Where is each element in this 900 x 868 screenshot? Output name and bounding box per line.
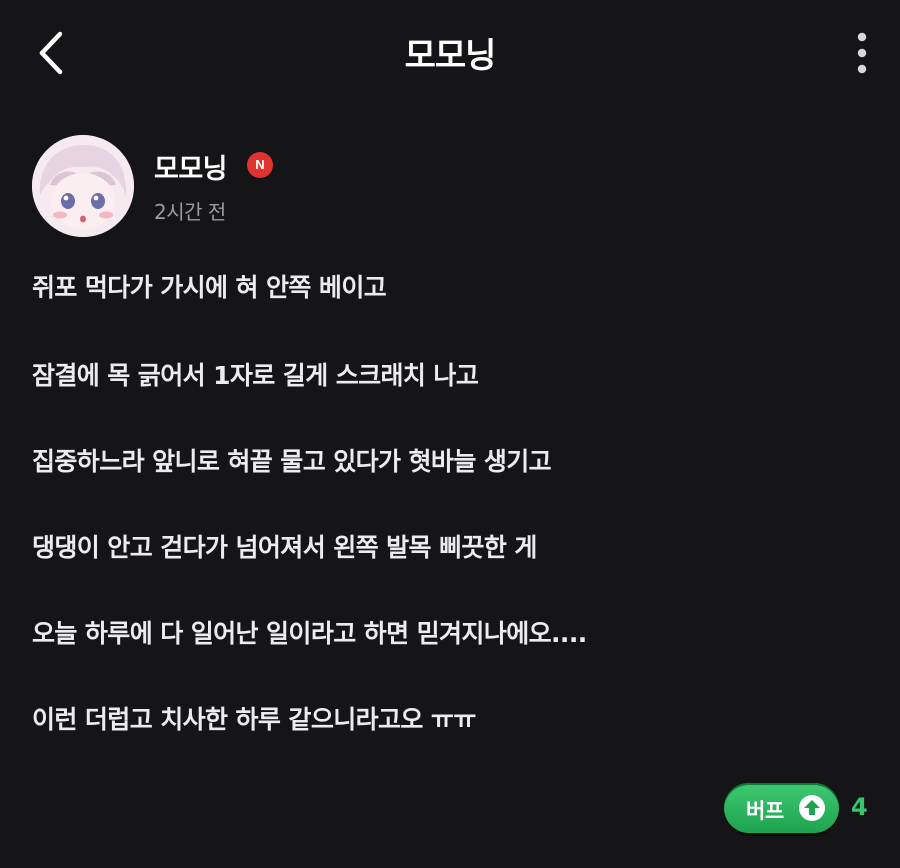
new-badge: N — [247, 152, 273, 178]
buff-button[interactable]: 버프 — [724, 783, 839, 833]
author-name[interactable]: 모모닝 — [154, 147, 228, 186]
buff-label: 버프 — [746, 799, 784, 823]
post-line: 집중하느라 앞니로 혀끝 물고 있다가 혓바늘 생기고 — [32, 447, 552, 476]
more-vertical-icon — [857, 32, 867, 74]
post-line: 쥐포 먹다가 가시에 혀 안쪽 베이고 — [32, 273, 387, 302]
more-options-button[interactable] — [846, 30, 878, 76]
post-line: 잠결에 목 긁어서 1자로 길게 스크래치 나고 — [32, 361, 479, 390]
post-line: 댕댕이 안고 걷다가 넘어져서 왼쪽 발목 삐끗한 게 — [32, 533, 537, 562]
buff-count: 4 — [851, 793, 868, 821]
post-line: 오늘 하루에 다 일어난 일이라고 하면 믿겨지나에오.... — [32, 619, 587, 648]
post-time: 2시간 전 — [154, 200, 226, 224]
page-title: 모모닝 — [404, 36, 497, 76]
author-block: 모모닝 N 2시간 전 — [32, 135, 632, 239]
avatar-icon — [32, 135, 134, 237]
post-line: 이런 더럽고 치사한 하루 같으니라고오 ㅠㅠ — [32, 705, 476, 734]
arrow-up-icon — [799, 795, 825, 821]
top-bar: 모모닝 — [0, 0, 900, 104]
avatar[interactable] — [32, 135, 134, 237]
